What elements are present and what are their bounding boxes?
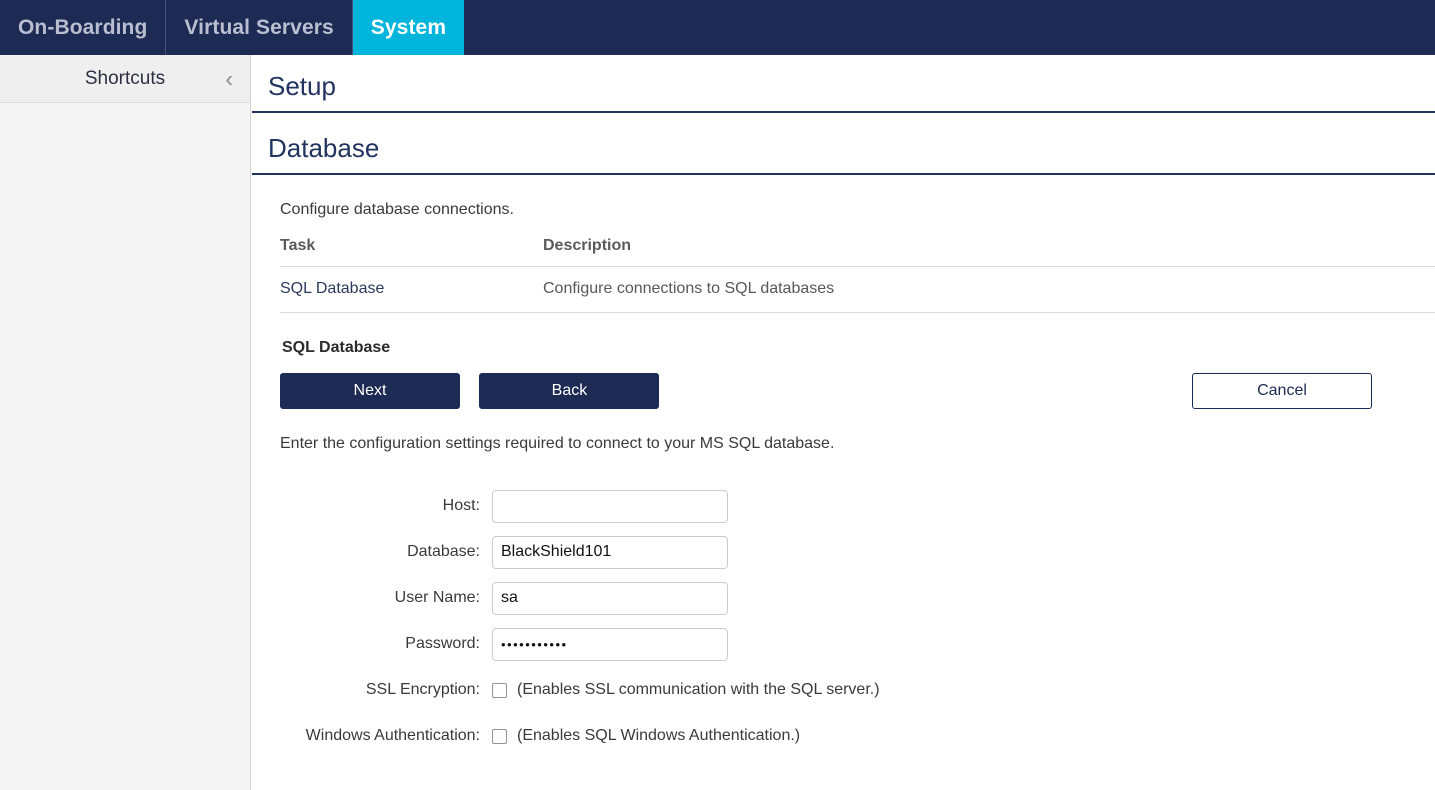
column-header-task: Task xyxy=(280,237,543,267)
windows-authentication-checkbox[interactable] xyxy=(492,729,507,744)
back-button[interactable]: Back xyxy=(479,373,659,409)
table-row: SQL Database Configure connections to SQ… xyxy=(280,267,1435,313)
form-row-windows-authentication: Windows Authentication: (Enables SQL Win… xyxy=(280,713,1435,759)
tab-on-boarding-label: On-Boarding xyxy=(18,16,147,40)
table-cell-description: Configure connections to SQL databases xyxy=(543,267,1435,313)
section-title: Database xyxy=(252,113,1435,175)
host-input[interactable] xyxy=(492,490,728,523)
tab-system-label: System xyxy=(371,16,446,40)
button-row: Next Back Cancel xyxy=(280,373,1372,409)
chevron-left-icon[interactable]: ‹ xyxy=(225,67,233,90)
sub-heading-sql-database: SQL Database xyxy=(282,339,1435,357)
tab-virtual-servers[interactable]: Virtual Servers xyxy=(166,0,352,55)
form-row-user-name: User Name: xyxy=(280,575,1435,621)
form-intro-text: Enter the configuration settings require… xyxy=(280,435,1435,453)
task-link-sql-database[interactable]: SQL Database xyxy=(280,280,384,297)
tab-system[interactable]: System xyxy=(353,0,464,55)
tab-on-boarding[interactable]: On-Boarding xyxy=(0,0,166,55)
database-form: Host: Database: User Name: Password: SSL… xyxy=(280,483,1435,759)
form-row-ssl-encryption: SSL Encryption: (Enables SSL communicati… xyxy=(280,667,1435,713)
sidebar: Shortcuts ‹ xyxy=(0,55,251,790)
host-label: Host: xyxy=(280,497,492,515)
form-row-host: Host: xyxy=(280,483,1435,529)
navbar-filler xyxy=(464,0,1435,55)
database-label: Database: xyxy=(280,543,492,561)
windows-authentication-label: Windows Authentication: xyxy=(280,727,492,745)
ssl-encryption-hint: (Enables SSL communication with the SQL … xyxy=(517,681,880,699)
sidebar-header[interactable]: Shortcuts ‹ xyxy=(0,55,250,103)
task-table: Task Description SQL Database Configure … xyxy=(280,237,1435,313)
windows-authentication-hint: (Enables SQL Windows Authentication.) xyxy=(517,727,800,745)
form-row-password: Password: xyxy=(280,621,1435,667)
sidebar-body xyxy=(0,103,250,789)
sidebar-title: Shortcuts xyxy=(85,68,165,90)
cancel-button[interactable]: Cancel xyxy=(1192,373,1372,409)
table-cell-task: SQL Database xyxy=(280,267,543,313)
password-label: Password: xyxy=(280,635,492,653)
ssl-encryption-checkbox[interactable] xyxy=(492,683,507,698)
table-header-row: Task Description xyxy=(280,237,1435,267)
ssl-encryption-label: SSL Encryption: xyxy=(280,681,492,699)
tab-virtual-servers-label: Virtual Servers xyxy=(184,16,333,40)
page-title: Setup xyxy=(252,55,1435,113)
database-input[interactable] xyxy=(492,536,728,569)
user-name-label: User Name: xyxy=(280,589,492,607)
password-input[interactable] xyxy=(492,628,728,661)
top-navbar: On-Boarding Virtual Servers System xyxy=(0,0,1435,55)
main-content: Setup Database Configure database connec… xyxy=(252,55,1435,790)
next-button[interactable]: Next xyxy=(280,373,460,409)
intro-text: Configure database connections. xyxy=(280,201,1435,219)
column-header-description: Description xyxy=(543,237,1435,267)
form-row-database: Database: xyxy=(280,529,1435,575)
user-name-input[interactable] xyxy=(492,582,728,615)
